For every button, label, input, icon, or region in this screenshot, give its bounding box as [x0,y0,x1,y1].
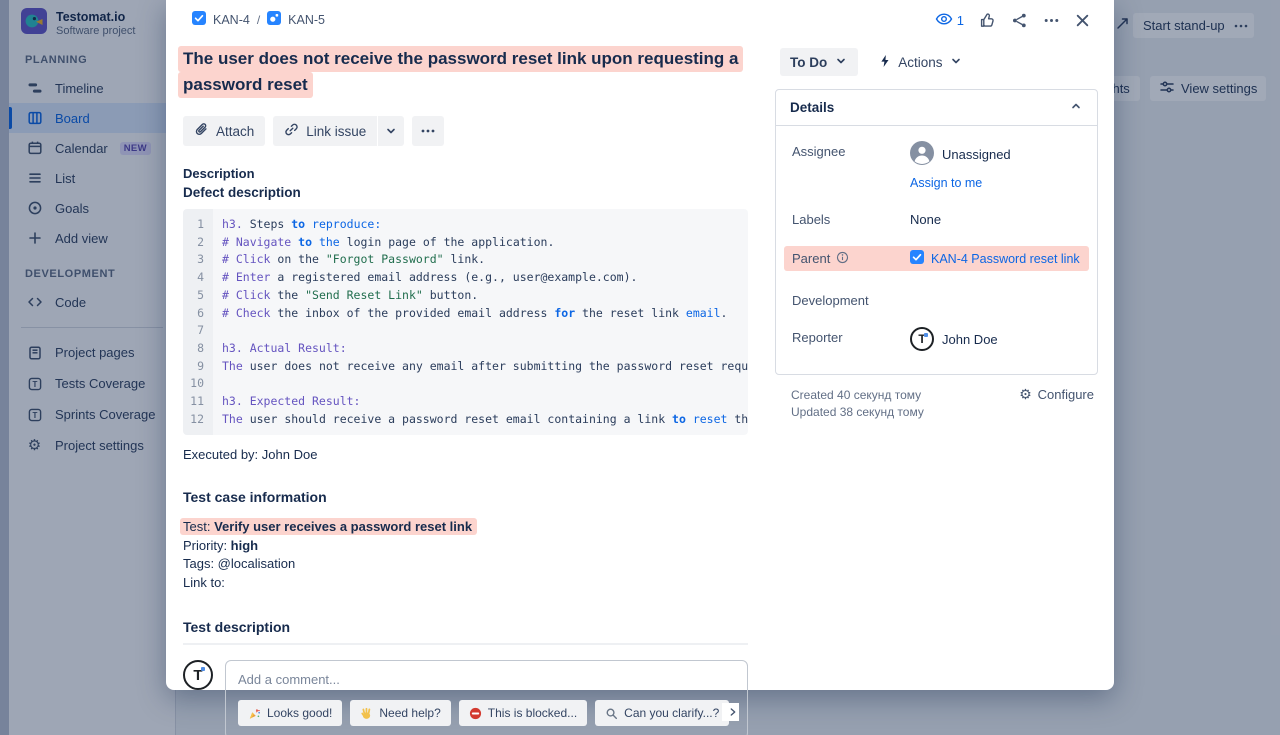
test-name-line: Test: Verify user receives a password re… [183,518,748,537]
modal-header: KAN-4 / KAN-5 1 [183,8,1098,32]
details-footer: Created 40 секунд тому Updated 38 секунд… [791,387,1094,421]
code-line: 11h3. Expected Result: [183,393,748,411]
development-row: Development [792,290,1081,308]
link-issue-split-button: Link issue [273,116,404,146]
reporter-avatar: T [910,327,934,351]
link-to-line: Link to: [183,574,748,593]
code-block: 1h3. Steps to reproduce:2# Navigate to t… [183,209,748,435]
tags-line: Tags: @localisation [183,555,748,574]
labels-row: Labels None [792,209,1081,227]
paperclip-icon [194,122,209,140]
quick-reply-pill[interactable]: This is blocked... [459,700,587,726]
status-dropdown[interactable]: To Do [780,48,858,76]
test-case-information-heading: Test case information [183,489,748,505]
attach-button[interactable]: Attach [183,116,265,146]
lightning-icon [878,54,892,71]
code-line: 1h3. Steps to reproduce: [183,216,748,234]
unassigned-avatar-icon [910,141,934,168]
quick-reply-pill[interactable]: Need help? [350,700,450,726]
code-line: 7 [183,322,748,340]
chevron-down-icon [949,54,963,71]
details-panel: Details Assignee Unassigned Assign to me [775,89,1098,375]
more-actions-icon[interactable] [1043,12,1060,29]
labels-value[interactable]: None [910,209,941,227]
toolbar-more-button[interactable] [412,116,444,146]
defect-description-heading: Defect description [183,185,748,200]
created-timestamp: Created 40 секунд тому [791,387,924,404]
issue-title[interactable]: The user does not receive the password r… [183,46,748,98]
test-description-heading: Test description [183,619,748,645]
reporter-value[interactable]: T John Doe [910,327,998,351]
pills-overflow-chevron[interactable] [722,703,739,721]
actions-dropdown[interactable]: Actions [878,54,962,71]
quick-reply-pill[interactable]: Can you clarify...? [595,700,729,726]
breadcrumb-parent-key[interactable]: KAN-4 [213,13,250,27]
code-line: 3# Click on the "Forgot Password" link. [183,251,748,269]
parent-issue-link[interactable]: KAN-4 Password reset link [910,250,1080,267]
code-line: 6# Check the inbox of the provided email… [183,305,748,323]
magnifier-icon [605,707,618,720]
share-icon[interactable] [1011,12,1028,29]
comment-section: T Add a comment... Looks good! Need help?… [183,660,748,735]
details-panel-header[interactable]: Details [776,90,1097,126]
close-icon[interactable] [1075,13,1090,28]
info-icon [836,251,849,267]
chevron-down-icon [834,54,848,71]
updated-timestamp: Updated 38 секунд тому [791,404,924,421]
comment-input[interactable]: Add a comment... [238,672,735,687]
issue-modal: KAN-4 / KAN-5 1 The user does not receiv… [166,0,1114,690]
breadcrumb: KAN-4 / KAN-5 [183,11,325,30]
code-line: 8h3. Actual Result: [183,340,748,358]
parent-row: Parent KAN-4 Password reset link [784,246,1089,271]
code-line: 5# Click the "Send Reset Link" button. [183,287,748,305]
assign-to-me-link[interactable]: Assign to me [910,176,1011,190]
code-line: 9The user does not receive any email aft… [183,358,748,376]
code-line: 4# Enter a registered email address (e.g… [183,269,748,287]
link-issue-dropdown-chevron[interactable] [378,116,404,146]
breadcrumb-separator: / [257,13,260,27]
task-check-icon [192,11,206,30]
eye-icon [935,12,953,29]
priority-line: Priority: high [183,537,748,556]
assignee-row: Assignee Unassigned Assign to me [792,141,1081,190]
modal-header-actions: 1 [935,12,1098,29]
link-issue-button[interactable]: Link issue [273,116,377,146]
code-line: 2# Navigate to the login page of the app… [183,234,748,252]
comment-box[interactable]: Add a comment... Looks good! Need help? Th… [225,660,748,735]
code-line: 12The user should receive a password res… [183,411,748,429]
reporter-row: Reporter T John Doe [792,327,1081,351]
watchers-count: 1 [957,13,964,28]
subtask-type-icon [267,11,281,30]
issue-toolbar: Attach Link issue [183,116,748,146]
quick-reply-pill[interactable]: Looks good! [238,700,342,726]
watchers-button[interactable]: 1 [935,12,964,29]
gear-icon: ⚙ [1019,388,1032,402]
blocked-icon [469,707,482,720]
wave-icon [360,707,373,720]
current-user-avatar: T [183,660,213,690]
code-line: 10 [183,375,748,393]
breadcrumb-child-key[interactable]: KAN-5 [288,13,325,27]
status-row: To Do Actions [772,48,1098,76]
quick-reply-pills: Looks good! Need help? This is blocked... C… [238,700,735,726]
description-section-label: Description [183,166,748,181]
party-icon [248,707,261,720]
chevron-up-icon [1069,99,1083,116]
like-button[interactable] [979,12,996,29]
assignee-value[interactable]: Unassigned [910,141,1011,168]
task-check-icon [910,250,924,267]
configure-button[interactable]: ⚙ Configure [1019,387,1094,402]
link-icon [284,122,299,140]
executed-by-text: Executed by: John Doe [183,447,748,462]
